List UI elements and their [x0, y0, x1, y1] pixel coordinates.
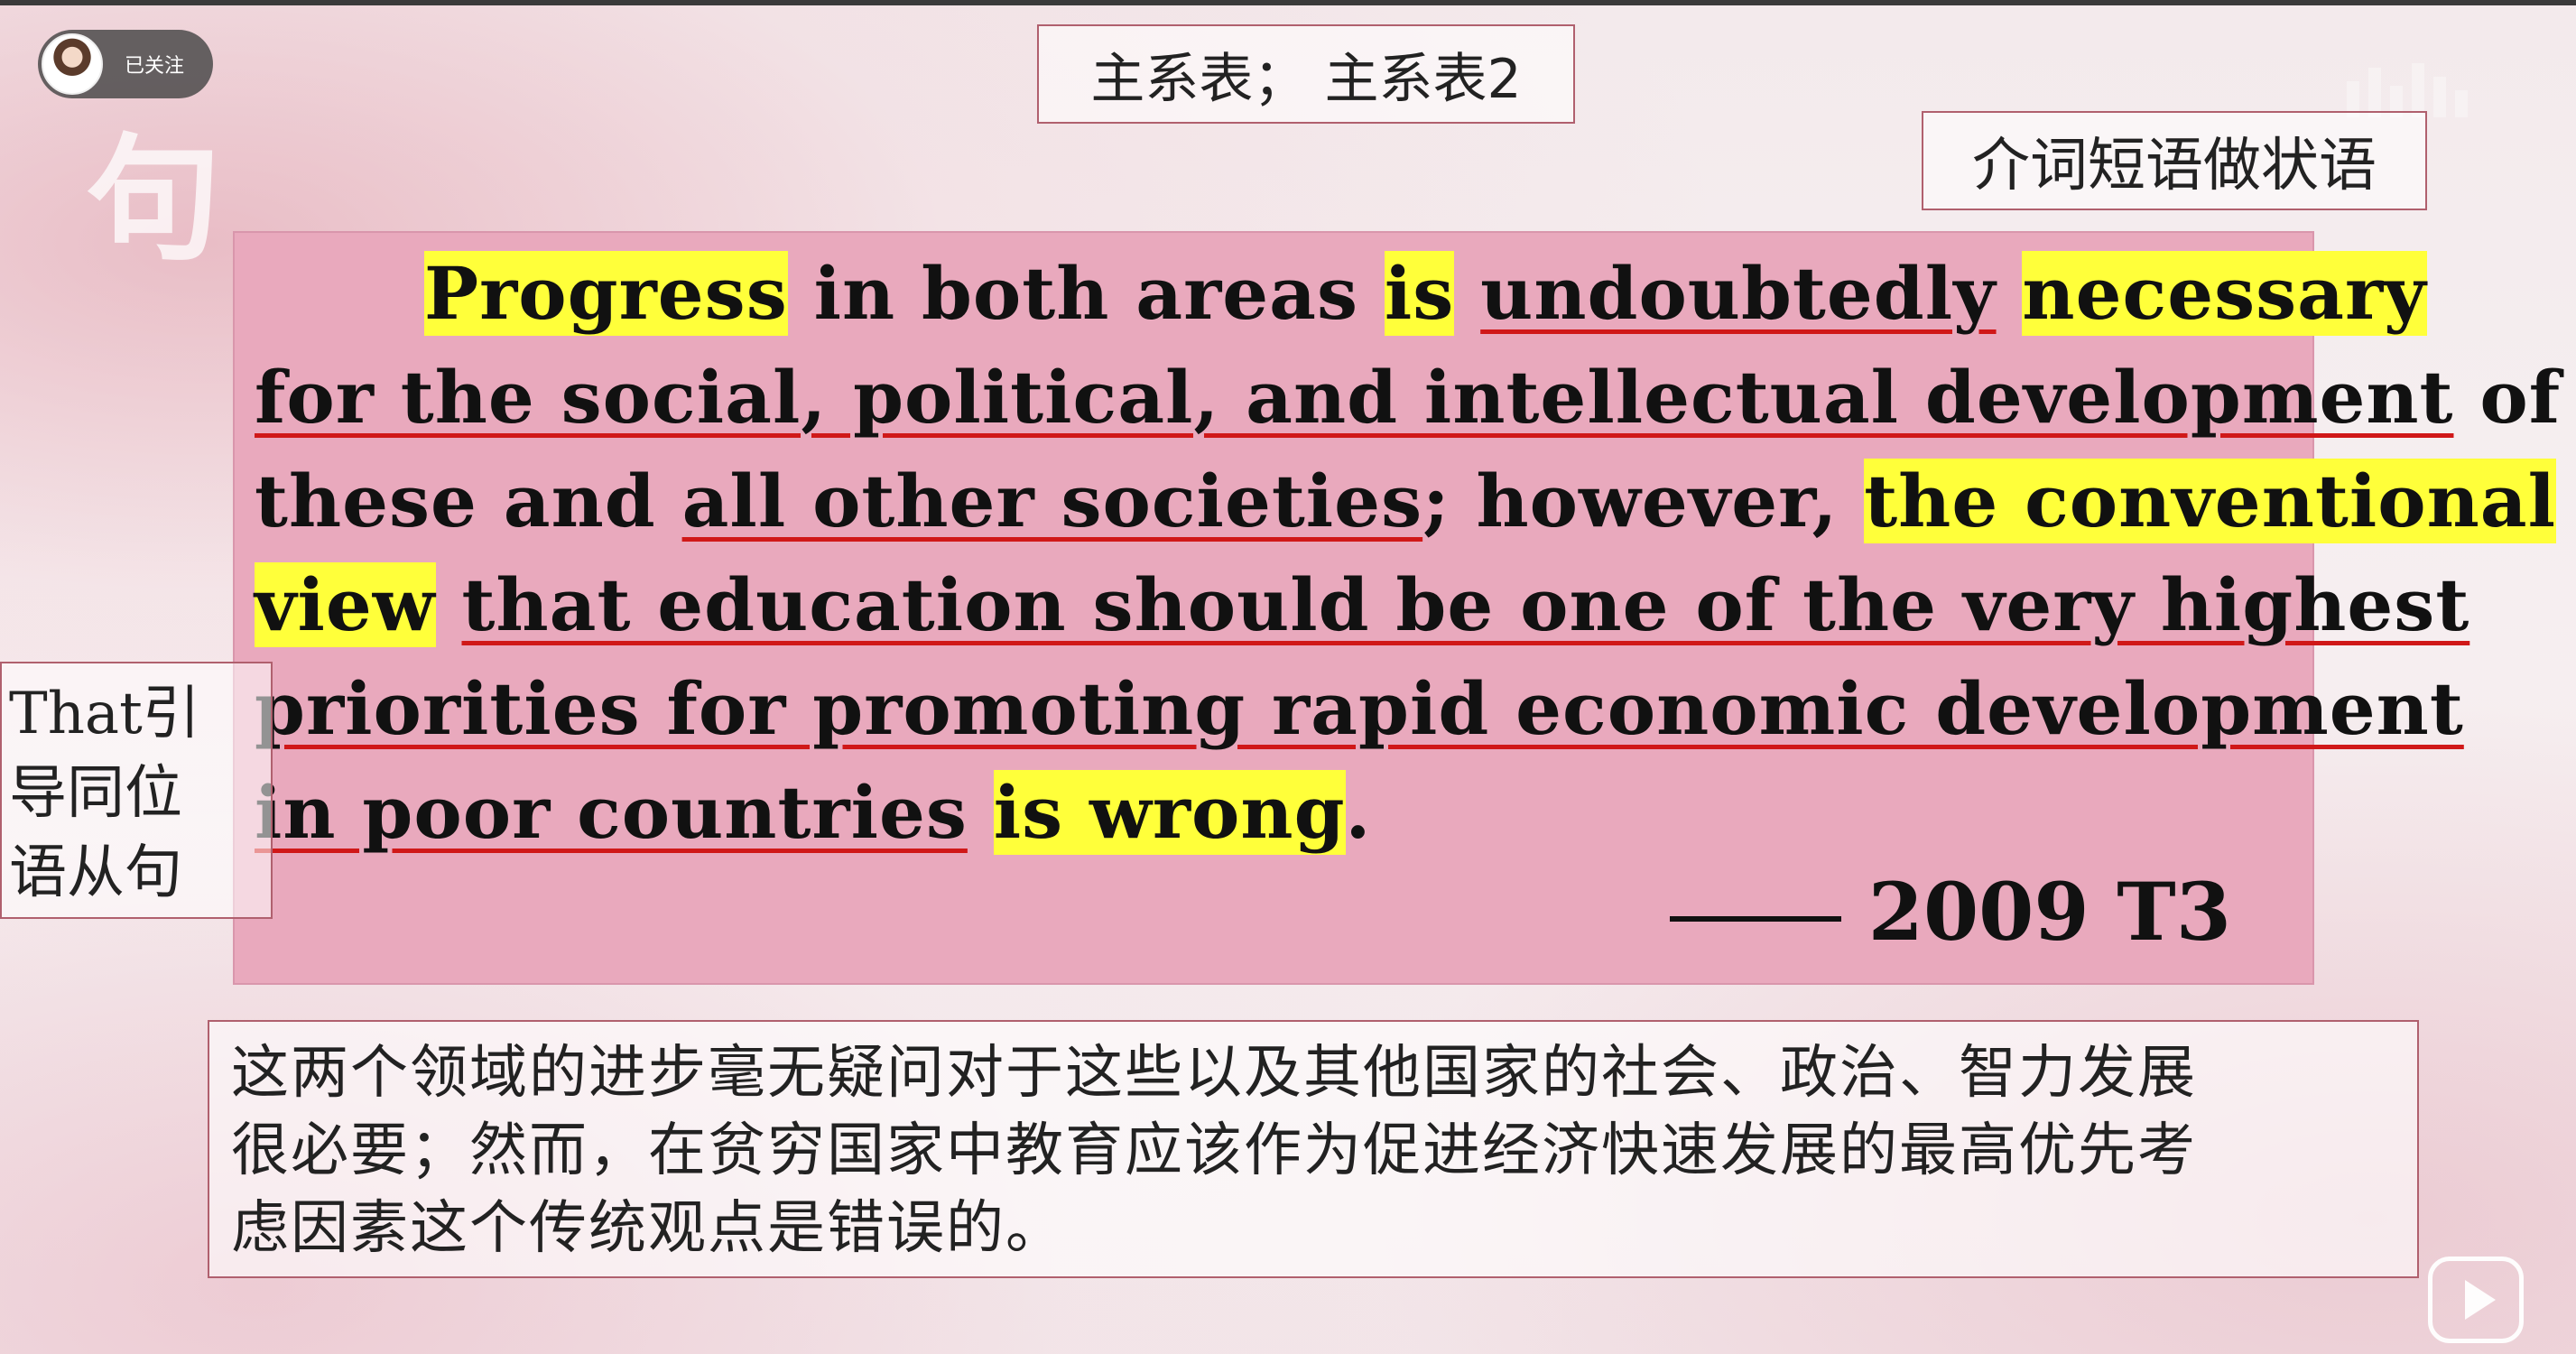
appositive-note-line: 语从句	[9, 839, 182, 906]
source-citation: 2009 T3	[1669, 865, 2231, 959]
source-text: 2009 T3	[1867, 865, 2231, 959]
translation-line: 很必要；然而，在贫穷国家中教育应该作为促进经济快速发展的最高优先考	[231, 1118, 2197, 1184]
watermark-char: 句	[86, 122, 222, 279]
adverb-underline: undoubtedly	[1480, 251, 1997, 336]
appositive-underline: priorities for promoting rapid economic …	[255, 666, 2464, 751]
follow-label: 已关注	[125, 55, 185, 78]
appositive-underline: in poor countries	[255, 770, 968, 855]
text: of	[2453, 355, 2562, 440]
phrase-underline: for the social, political, and intellect…	[255, 355, 2454, 440]
predicate-highlight: is wrong	[993, 770, 1346, 855]
text: these and	[255, 459, 682, 543]
sentence-line-3: these and all other societies; however, …	[255, 459, 2556, 543]
subject-highlight: Progress	[424, 251, 788, 336]
appositive-note-line: 导同位	[9, 760, 182, 827]
sentence-line-1: Progress in both areas is undoubtedly ne…	[424, 251, 2427, 336]
translation-box: 这两个领域的进步毫无疑问对于这些以及其他国家的社会、政治、智力发展 很必要；然而…	[208, 1020, 2419, 1278]
appositive-note-line: That引	[9, 681, 200, 747]
title-label: 主系表； 主系表2	[1037, 24, 1575, 124]
sentence-line-5: priorities for promoting rapid economic …	[255, 666, 2464, 751]
text	[1997, 251, 2023, 336]
text	[436, 562, 462, 647]
appositive-underline: that education should be one of the very…	[461, 562, 2470, 647]
play-icon	[2465, 1280, 2496, 1320]
subject-highlight: view	[255, 562, 436, 647]
sentence-line-2: for the social, political, and intellect…	[255, 355, 2561, 440]
translation-line: 虑因素这个传统观点是错误的。	[231, 1195, 1065, 1262]
subject-highlight: the conventional	[1864, 459, 2556, 543]
sentence-panel: Progress in both areas is undoubtedly ne…	[233, 231, 2560, 985]
dash-line	[1669, 916, 1841, 922]
avatar[interactable]	[42, 33, 103, 95]
appositive-note: That引 导同位 语从句	[0, 662, 273, 919]
text: .	[1345, 770, 1372, 855]
top-strip	[0, 0, 2576, 5]
text: ; however,	[1422, 459, 1865, 543]
translation-line: 这两个领域的进步毫无疑问对于这些以及其他国家的社会、政治、智力发展	[231, 1040, 2197, 1107]
text	[1454, 251, 1480, 336]
predicative-highlight: necessary	[2022, 251, 2427, 336]
play-button[interactable]	[2428, 1257, 2524, 1343]
adverbial-note: 介词短语做状语	[1922, 111, 2427, 210]
text: in both areas	[787, 251, 1385, 336]
verb-highlight: is	[1384, 251, 1455, 336]
sentence-line-6: in poor countries is wrong.	[255, 770, 1371, 855]
phrase-underline: all other societies	[681, 459, 1423, 543]
text	[968, 770, 994, 855]
sentence-line-4: view that education should be one of the…	[255, 562, 2469, 647]
follow-button[interactable]: 已关注	[38, 30, 213, 98]
